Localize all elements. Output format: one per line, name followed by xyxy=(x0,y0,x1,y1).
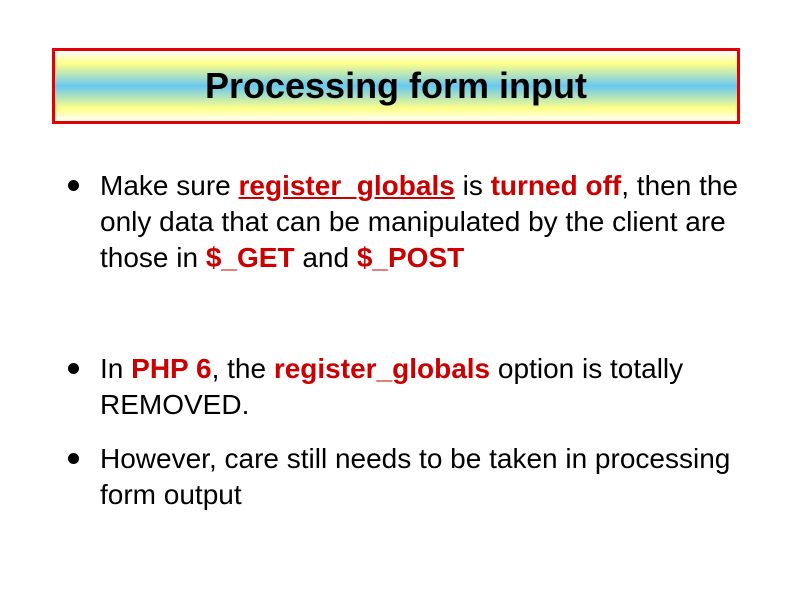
keyword-register-globals: register_globals xyxy=(274,353,490,384)
keyword-register-globals: register_globals xyxy=(239,170,455,201)
bullet-item-2: In PHP 6, the register_globals option is… xyxy=(50,351,750,423)
text: is xyxy=(455,170,491,201)
spacer xyxy=(50,293,750,333)
bullet-item-1: Make sure register_globals is turned off… xyxy=(50,168,750,275)
bullet-list: Make sure register_globals is turned off… xyxy=(50,168,750,513)
slide-content: Make sure register_globals is turned off… xyxy=(50,168,750,531)
keyword-post: $_POST xyxy=(357,242,464,273)
text: However, care still needs to be taken in… xyxy=(100,443,730,510)
text: Make sure xyxy=(100,170,239,201)
keyword-turned-off: turned off xyxy=(491,170,622,201)
keyword-get: $_GET xyxy=(206,242,295,273)
slide: Processing form input Make sure register… xyxy=(0,0,794,595)
slide-title: Processing form input xyxy=(205,65,587,107)
text: , the xyxy=(212,353,274,384)
text: and xyxy=(295,242,357,273)
title-bar: Processing form input xyxy=(52,48,740,124)
text: In xyxy=(100,353,131,384)
bullet-item-3: However, care still needs to be taken in… xyxy=(50,441,750,513)
keyword-php6: PHP 6 xyxy=(131,353,211,384)
